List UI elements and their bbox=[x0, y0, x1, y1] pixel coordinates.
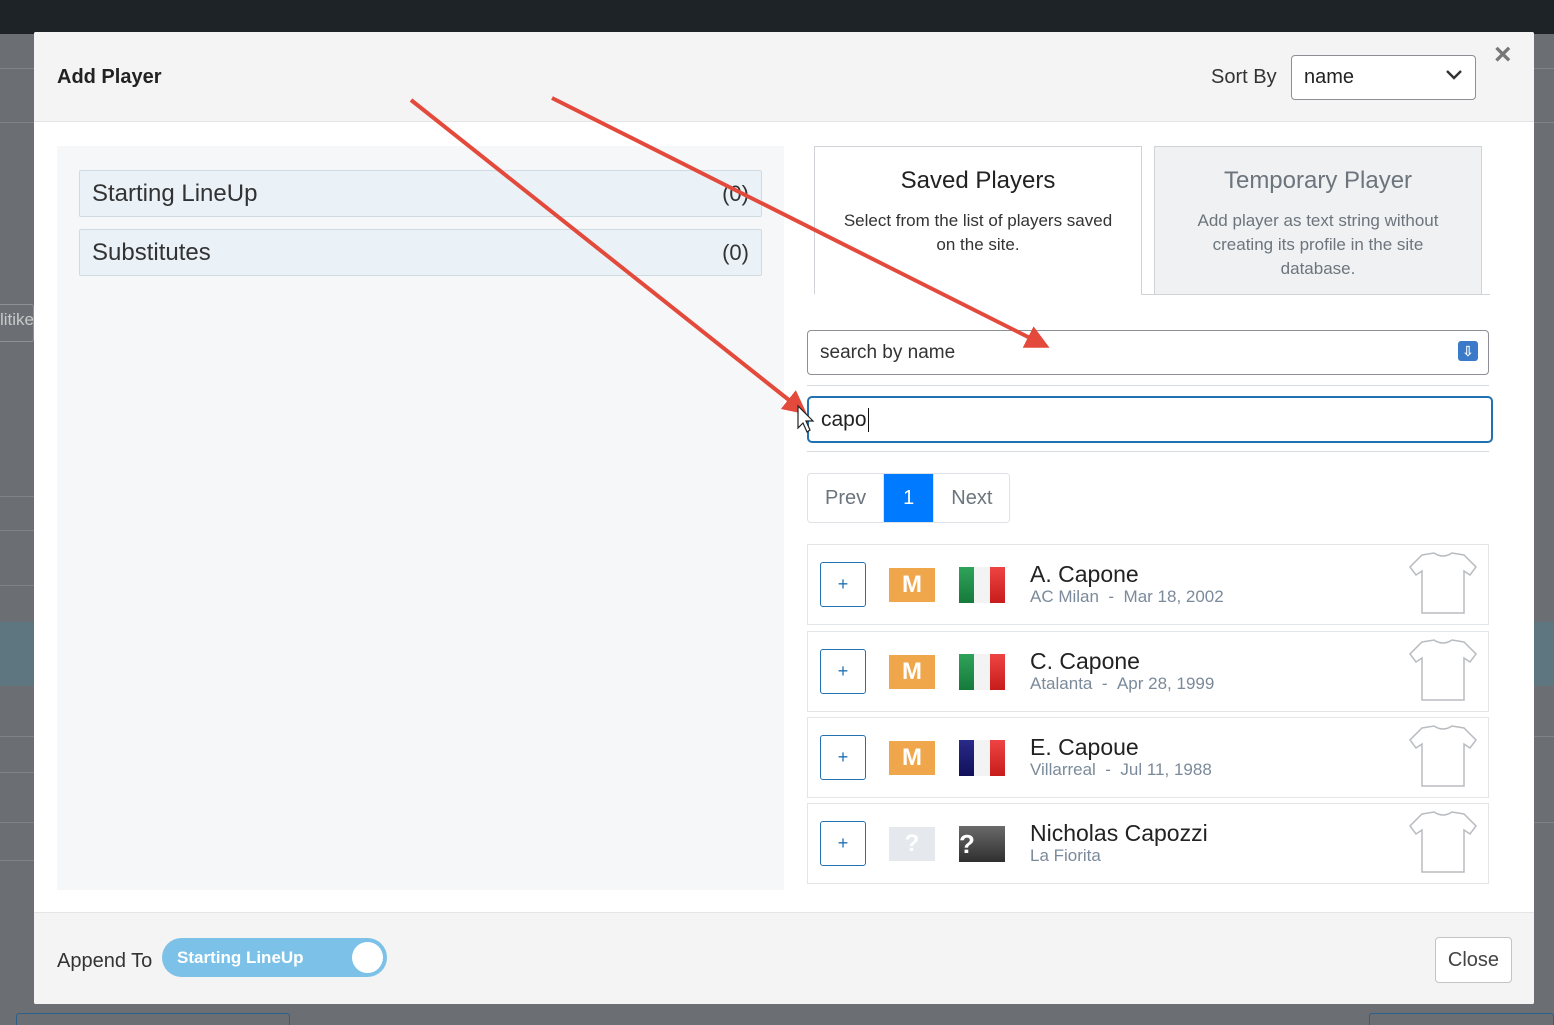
group-substitutes[interactable]: Substitutes (0) bbox=[79, 229, 762, 276]
tab-divider bbox=[1141, 294, 1490, 295]
modal-title: Add Player bbox=[57, 66, 162, 88]
text-caret bbox=[867, 408, 869, 433]
backdrop-divider bbox=[1534, 68, 1554, 69]
backdrop-divider bbox=[0, 122, 34, 123]
dropdown-arrow-icon: ⇩ bbox=[1458, 341, 1478, 361]
italy-flag-icon bbox=[959, 567, 1005, 603]
group-label: Starting LineUp bbox=[92, 180, 258, 207]
player-meta: Atalanta - Apr 28, 1999 bbox=[1030, 674, 1214, 694]
shirt-icon bbox=[1409, 811, 1477, 873]
sort-by-value: name bbox=[1304, 66, 1355, 88]
player-row: + M A. Capone AC Milan - Mar 18, 2002 bbox=[807, 544, 1489, 625]
backdrop-button bbox=[1369, 1013, 1554, 1025]
backdrop-divider bbox=[0, 496, 34, 497]
backdrop-divider bbox=[0, 772, 34, 773]
append-to-label: Append To bbox=[57, 950, 153, 972]
player-name: Nicholas Capozzi bbox=[1030, 820, 1208, 846]
shirt-icon bbox=[1409, 639, 1477, 701]
close-button[interactable]: Close bbox=[1435, 937, 1512, 983]
tab-description: Add player as text string without creati… bbox=[1197, 211, 1439, 278]
toggle-knob bbox=[352, 942, 383, 973]
shirt-icon bbox=[1409, 552, 1477, 614]
backdrop-divider bbox=[1534, 122, 1554, 123]
player-club: Atalanta bbox=[1030, 674, 1093, 693]
pagination: Prev 1 Next bbox=[807, 473, 1011, 523]
sort-by-label: Sort By bbox=[1211, 66, 1277, 88]
modal-header: Add Player Sort By name × bbox=[34, 32, 1534, 122]
group-label: Substitutes bbox=[92, 239, 211, 266]
add-player-button[interactable]: + bbox=[820, 821, 866, 866]
player-name: C. Capone bbox=[1030, 648, 1140, 674]
separator: - bbox=[1101, 674, 1108, 693]
france-flag-icon bbox=[959, 740, 1005, 776]
player-dob: Jul 11, 1988 bbox=[1120, 760, 1212, 779]
player-row: + M C. Capone Atalanta - Apr 28, 1999 bbox=[807, 631, 1489, 712]
backdrop-divider bbox=[0, 736, 34, 737]
prev-page-button[interactable]: Prev bbox=[808, 474, 884, 522]
toggle-label: Starting LineUp bbox=[177, 948, 304, 967]
unknown-flag-icon: ? bbox=[959, 826, 1005, 862]
page-1-button[interactable]: 1 bbox=[883, 474, 935, 522]
tab-temporary-player[interactable]: Temporary Player Add player as text stri… bbox=[1154, 146, 1482, 295]
player-dob: Mar 18, 2002 bbox=[1123, 587, 1224, 606]
backdrop-divider bbox=[1534, 736, 1554, 737]
lineup-panel: Starting LineUp (0) Substitutes (0) bbox=[57, 146, 784, 890]
search-type-select[interactable]: search by name ⇩ bbox=[807, 330, 1489, 375]
player-meta: La Fiorita bbox=[1030, 846, 1101, 866]
position-badge: M bbox=[889, 741, 935, 775]
add-player-modal: Add Player Sort By name × Starting LineU… bbox=[34, 32, 1534, 1004]
player-club: Villarreal bbox=[1030, 760, 1096, 779]
sort-by-select[interactable]: name bbox=[1291, 55, 1476, 100]
separator: - bbox=[1105, 760, 1111, 779]
modal-footer: Append To Starting LineUp Close bbox=[34, 912, 1534, 1004]
close-icon[interactable]: × bbox=[1494, 40, 1512, 70]
tab-title: Saved Players bbox=[900, 167, 1056, 194]
add-player-button[interactable]: + bbox=[820, 562, 866, 607]
backdrop-divider bbox=[0, 585, 34, 586]
tab-description: Select from the list of players saved on… bbox=[843, 211, 1113, 254]
player-row: + ? ? Nicholas Capozzi La Fiorita bbox=[807, 803, 1489, 884]
tab-title: Temporary Player bbox=[1223, 167, 1413, 194]
player-club: La Fiorita bbox=[1030, 846, 1101, 865]
backdrop-divider bbox=[0, 68, 34, 69]
backdrop-text: litike bbox=[0, 310, 35, 329]
append-to-toggle[interactable]: Starting LineUp bbox=[162, 938, 387, 977]
player-name: E. Capoue bbox=[1030, 734, 1139, 760]
italy-flag-icon bbox=[959, 654, 1005, 690]
search-type-value: search by name bbox=[820, 342, 956, 363]
position-badge: ? bbox=[889, 827, 935, 861]
admin-top-bar bbox=[0, 0, 1554, 34]
next-page-button[interactable]: Next bbox=[934, 474, 1010, 522]
group-count: (0) bbox=[722, 181, 749, 206]
search-query: capo bbox=[821, 408, 867, 431]
backdrop-highlight-row bbox=[1534, 622, 1554, 686]
chevron-down-icon bbox=[1445, 65, 1463, 86]
add-player-button[interactable]: + bbox=[820, 735, 866, 780]
separator: - bbox=[1108, 587, 1115, 606]
backdrop-divider bbox=[0, 822, 34, 823]
player-meta: AC Milan - Mar 18, 2002 bbox=[1030, 587, 1224, 607]
shirt-icon bbox=[1409, 725, 1477, 787]
position-badge: M bbox=[889, 568, 935, 602]
divider bbox=[807, 385, 1489, 386]
player-row: + M E. Capoue Villarreal - Jul 11, 1988 bbox=[807, 717, 1489, 798]
position-badge: M bbox=[889, 655, 935, 689]
backdrop-divider bbox=[0, 860, 34, 861]
player-search-input[interactable]: capo bbox=[807, 396, 1493, 443]
backdrop-divider bbox=[1534, 822, 1554, 823]
player-name: A. Capone bbox=[1030, 561, 1139, 587]
player-meta: Villarreal - Jul 11, 1988 bbox=[1030, 760, 1212, 780]
player-club: AC Milan bbox=[1030, 587, 1099, 606]
player-dob: Apr 28, 1999 bbox=[1116, 674, 1215, 693]
backdrop-button bbox=[16, 1013, 290, 1025]
divider bbox=[807, 451, 1489, 452]
backdrop-highlight-row bbox=[0, 622, 34, 686]
tab-saved-players[interactable]: Saved Players Select from the list of pl… bbox=[814, 146, 1142, 295]
group-count: (0) bbox=[722, 240, 749, 265]
group-starting-lineup[interactable]: Starting LineUp (0) bbox=[79, 170, 762, 217]
add-player-button[interactable]: + bbox=[820, 649, 866, 694]
backdrop-divider bbox=[0, 530, 34, 531]
